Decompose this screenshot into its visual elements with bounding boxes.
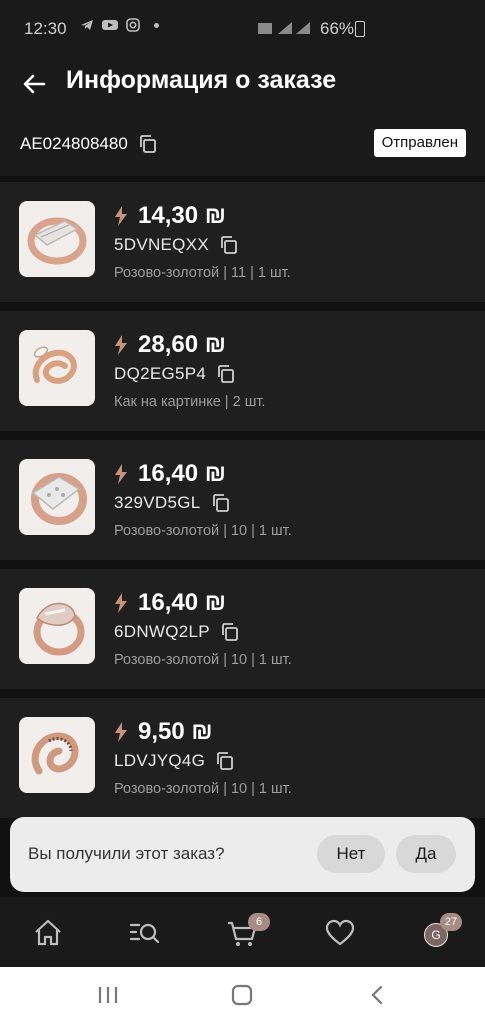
battery-icon [355,21,365,37]
copy-icon[interactable] [219,235,239,255]
recent-apps-icon [98,987,118,1003]
cart-badge: 6 [248,913,270,931]
lightning-icon [115,593,127,613]
page-title: Информация о заказе [66,66,337,94]
item-price: 16,40 ₪ [114,589,226,617]
order-id-row: AE024808480 [20,134,158,154]
back-system-button[interactable] [366,984,390,1006]
item-variant: Розово-золотой | 10 | 1 шт. [114,652,292,668]
item-price: 28,60 ₪ [114,331,226,359]
order-item[interactable]: 9,50 ₪ LDVJYQ4G Розово-золотой | 10 | 1 … [0,698,485,818]
item-variant: Розово-золотой | 10 | 1 шт. [114,523,292,539]
yes-button[interactable]: Да [396,835,456,873]
order-items-list: 14,30 ₪ 5DVNEQXX Розово-золотой | 11 | 1… [0,182,485,827]
order-id: AE024808480 [20,134,128,153]
instagram-icon [126,18,140,32]
notification-icons [80,18,159,32]
ring-thumbnail [19,717,95,793]
copy-icon[interactable] [220,622,240,642]
item-sku-row: LDVJYQ4G [114,751,235,771]
ring-thumbnail [19,201,95,277]
home-square-icon [231,984,253,1006]
arrow-left-icon [23,74,46,94]
item-price: 14,30 ₪ [114,202,226,230]
item-sku: 6DNWQ2LP [114,622,210,641]
item-variant: Как на картинке | 2 шт. [114,394,266,410]
recent-apps-button[interactable] [96,984,120,1006]
status-bar: 12:30 66% [0,0,485,56]
item-price-value: 16,40 ₪ [138,460,226,487]
nav-favorites[interactable] [320,913,360,953]
search-catalog-icon [129,923,160,944]
no-button[interactable]: Нет [317,835,385,873]
item-variant: Розово-золотой | 10 | 1 шт. [114,781,292,797]
youtube-icon [102,20,118,30]
home-system-button[interactable] [230,984,254,1006]
lightning-icon [115,464,127,484]
order-item[interactable]: 28,60 ₪ DQ2EG5P4 Как на картинке | 2 шт. [0,311,485,431]
item-price: 9,50 ₪ [114,718,213,746]
system-nav-bar [0,967,485,1024]
order-status-badge: Отправлен [373,129,466,157]
order-item[interactable]: 16,40 ₪ 6DNWQ2LP Розово-золотой | 10 | 1… [0,569,485,689]
item-sku-row: 329VD5GL [114,493,231,513]
order-item[interactable]: 16,40 ₪ 329VD5GL Розово-золотой | 10 | 1… [0,440,485,560]
item-price-value: 14,30 ₪ [138,202,226,229]
copy-icon[interactable] [215,751,235,771]
profile-badge: 27 [440,913,462,931]
heart-icon [325,919,355,946]
signal-icons [258,22,310,34]
bottom-nav: 6 G 27 [0,897,485,967]
item-sku: 329VD5GL [114,493,201,512]
order-item[interactable]: 14,30 ₪ 5DVNEQXX Розово-золотой | 11 | 1… [0,182,485,302]
order-header: Информация о заказе AE024808480 Отправле… [0,56,485,176]
battery-level: 66% [320,19,355,38]
copy-icon[interactable] [211,493,231,513]
item-sku: 5DVNEQXX [114,235,209,254]
nav-catalog-search[interactable] [124,913,164,953]
order-received-prompt: Вы получили этот заказ? Нет Да [10,817,475,892]
item-price: 16,40 ₪ [114,460,226,488]
telegram-icon [81,20,93,30]
ring-thumbnail [19,588,95,664]
lightning-icon [115,206,127,226]
more-notifications-dot [154,22,159,28]
nav-cart[interactable]: 6 [222,913,270,953]
copy-icon[interactable] [216,364,236,384]
prompt-question: Вы получили этот заказ? [28,844,225,863]
ring-thumbnail [19,459,95,535]
chevron-left-icon [371,985,383,1005]
nav-home[interactable] [28,913,68,953]
item-sku-row: DQ2EG5P4 [114,364,236,384]
status-time: 12:30 [24,19,67,38]
lightning-icon [115,722,127,742]
item-price-value: 16,40 ₪ [138,589,226,616]
copy-icon[interactable] [138,134,158,154]
item-sku: DQ2EG5P4 [114,364,207,383]
back-button[interactable] [18,68,50,100]
home-icon [35,919,61,946]
ring-thumbnail [19,330,95,406]
nav-profile[interactable]: G 27 [412,913,462,953]
item-price-value: 28,60 ₪ [138,331,226,358]
item-sku: LDVJYQ4G [114,751,206,770]
item-sku-row: 5DVNEQXX [114,235,239,255]
item-sku-row: 6DNWQ2LP [114,622,240,642]
item-price-value: 9,50 ₪ [138,718,213,745]
lightning-icon [115,335,127,355]
item-variant: Розово-золотой | 11 | 1 шт. [114,265,291,281]
